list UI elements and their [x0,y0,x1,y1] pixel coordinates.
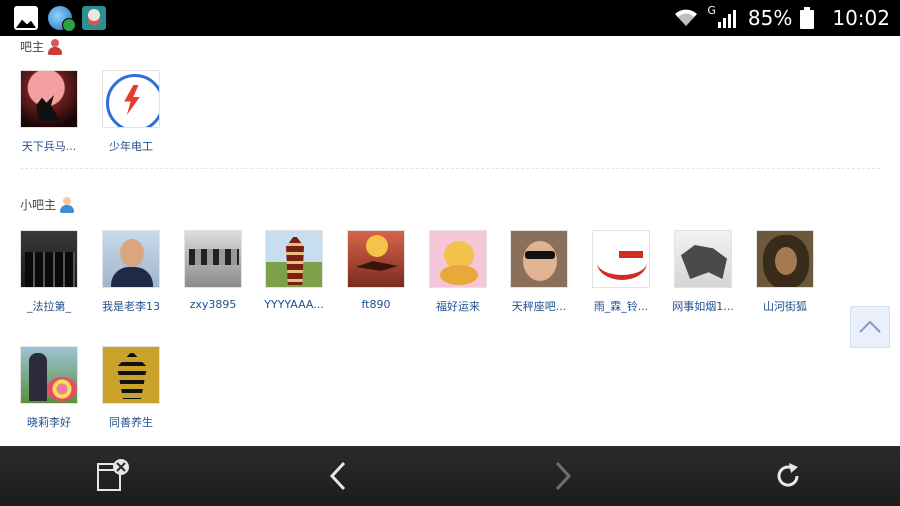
sub-owner-member[interactable]: 晓莉李好 [8,346,90,430]
sub-owners-section-title: 小吧主 [20,196,75,213]
chevron-left-icon [329,461,346,491]
sub-owner-member[interactable]: 雨_霖_铃... [580,230,662,314]
avatar [20,346,78,404]
avatar [102,346,160,404]
refresh-icon [777,463,799,487]
wifi-icon [673,8,699,28]
back-button[interactable] [318,456,358,496]
sub-owner-member[interactable]: ft890 [335,230,417,311]
signal-icon [717,8,738,28]
chevron-right-icon [555,461,572,491]
page-content: 吧主 天下兵马... 少年电工 小吧主 _法拉第_ 我是老李13 zxy3895… [0,36,900,446]
avatar [756,230,814,288]
sub-owner-member[interactable]: YYYYAAA... [253,230,335,311]
chevron-up-icon [859,321,881,333]
owners-title-text: 吧主 [20,40,45,54]
status-bar: G 85% 10:02 [0,0,900,36]
sub-owner-member[interactable]: 网事如烟1... [662,230,744,314]
member-name: 我是老李13 [102,300,160,313]
clock: 10:02 [832,6,890,30]
battery-percent: 85% [747,6,793,30]
owners-section-title: 吧主 [20,38,63,55]
avatar [592,230,650,288]
avatar [265,230,323,288]
sub-owner-member[interactable]: 山河街狐 [744,230,826,314]
avatar [347,230,405,288]
owner-member[interactable]: 天下兵马... [8,70,90,154]
close-window-icon [97,459,129,491]
browser-update-icon [48,6,76,32]
avatar [184,230,242,288]
member-name: YYYYAAA... [264,298,324,311]
member-name: ft890 [361,298,391,311]
back-to-top-button[interactable] [850,306,890,348]
gallery-icon [14,6,38,30]
browser-toolbar [0,446,900,506]
avatar [20,70,78,128]
avatar [429,230,487,288]
member-name: 天秤座吧... [511,300,567,313]
close-tab-button[interactable] [92,456,132,496]
bar-owner-icon [48,38,63,55]
sub-owner-member[interactable]: 同善养生 [90,346,172,430]
avatar [20,230,78,288]
owner-member[interactable]: 少年电工 [90,70,172,154]
sub-owner-member[interactable]: _法拉第_ [8,230,90,314]
member-name: 天下兵马... [21,140,77,153]
sub-owner-member[interactable]: zxy3895 [172,230,254,311]
member-name: 雨_霖_铃... [593,300,649,313]
voice-app-icon [82,6,106,30]
member-name: 少年电工 [109,140,153,153]
avatar [102,230,160,288]
member-name: _法拉第_ [27,300,71,313]
sub-owner-member[interactable]: 我是老李13 [90,230,172,314]
sub-owners-title-text: 小吧主 [20,198,57,212]
forward-button[interactable] [543,456,583,496]
sub-owner-member[interactable]: 天秤座吧... [498,230,580,314]
member-name: 网事如烟1... [672,300,734,313]
member-name: 同善养生 [109,416,153,429]
section-divider [20,168,880,169]
member-name: zxy3895 [189,298,237,311]
member-name: 晓莉李好 [27,416,71,429]
refresh-button[interactable] [768,456,808,496]
avatar [674,230,732,288]
avatar [510,230,568,288]
network-type: G [707,3,716,17]
avatar [102,70,160,128]
sub-owner-icon [60,196,75,213]
sub-owner-member[interactable]: 福好运来 [417,230,499,314]
member-name: 福好运来 [436,300,480,313]
member-name: 山河街狐 [763,300,807,313]
battery-icon [800,7,815,29]
